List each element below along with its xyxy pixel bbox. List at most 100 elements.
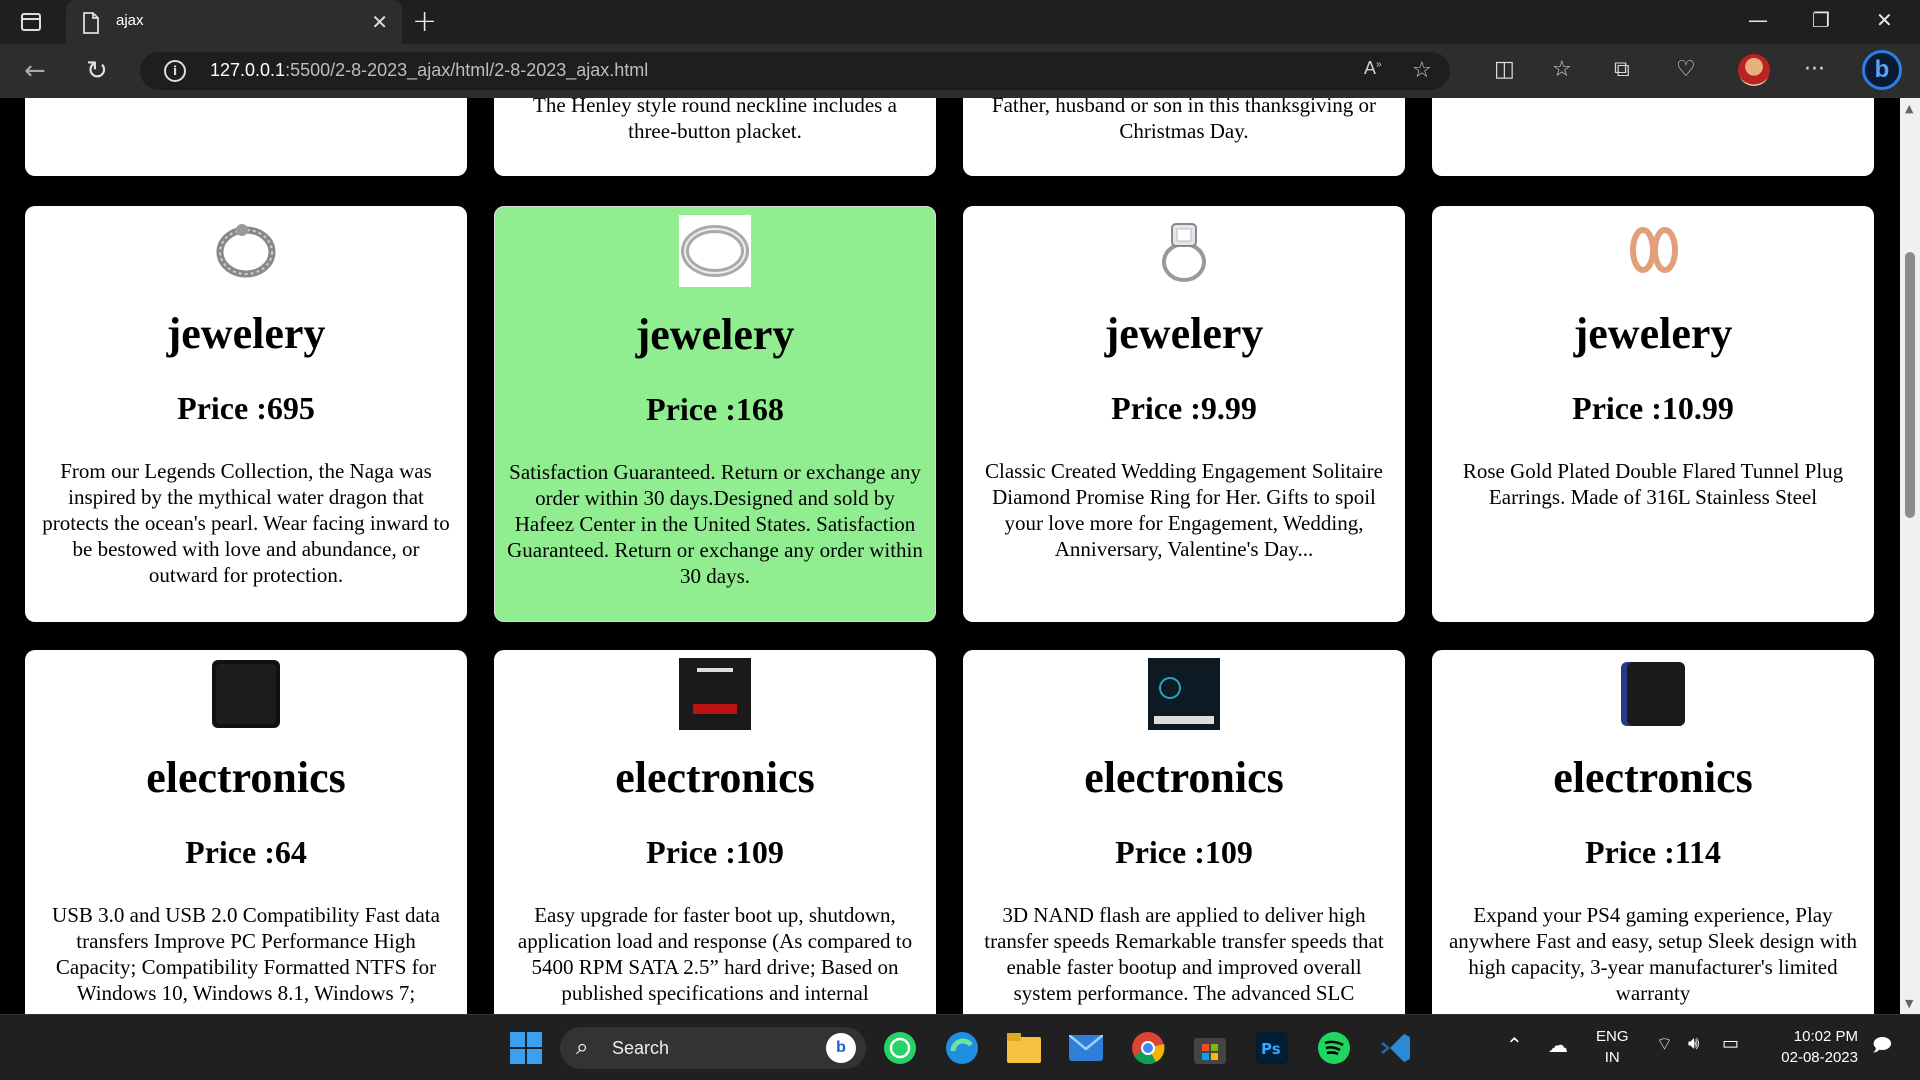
back-icon[interactable]: ← xyxy=(24,56,46,86)
mail-icon[interactable] xyxy=(1066,1028,1106,1068)
product-price: Price :168 xyxy=(646,391,784,427)
close-window-icon[interactable]: ✕ xyxy=(1876,8,1893,32)
url-text: 127.0.0.1:5500/2-8-2023_ajax/html/2-8-20… xyxy=(210,60,649,80)
product-description: Expand your PS4 gaming experience, Play … xyxy=(1448,903,1858,1005)
product-category: electronics xyxy=(1084,753,1284,802)
product-card[interactable]: jewelery Price :10.99 Rose Gold Plated D… xyxy=(1432,206,1874,622)
minimize-icon[interactable]: — xyxy=(1748,8,1768,32)
svg-text:Ps: Ps xyxy=(1261,1040,1281,1058)
product-card-partial: The Henley style round neckline includes… xyxy=(494,98,936,176)
spotify-icon[interactable] xyxy=(1314,1028,1354,1068)
more-options-icon[interactable]: ··· xyxy=(1804,57,1825,82)
product-card[interactable]: electronics Price :109 Easy upgrade for … xyxy=(494,650,936,1014)
product-category: jewelery xyxy=(1104,309,1264,358)
close-tab-icon[interactable]: ✕ xyxy=(371,10,388,34)
wifi-icon[interactable]: ⌔ xyxy=(1656,1033,1673,1056)
tab-actions-icon[interactable] xyxy=(18,10,44,34)
product-description: Classic Created Wedding Engagement Solit… xyxy=(985,459,1383,561)
product-price: Price :109 xyxy=(646,834,784,870)
region-code: IN xyxy=(1604,1049,1620,1066)
volume-icon[interactable]: 🔊︎ xyxy=(1688,1033,1699,1054)
read-aloud-icon[interactable]: A» xyxy=(1364,58,1382,79)
product-price: Price :64 xyxy=(185,834,307,870)
scroll-down-icon[interactable]: ▼ xyxy=(1905,997,1913,1010)
performance-icon[interactable]: ♡ xyxy=(1676,57,1696,82)
clock-date: 02-08-2023 xyxy=(1781,1049,1858,1066)
chrome-icon[interactable] xyxy=(1128,1028,1168,1068)
language-code: ENG xyxy=(1596,1028,1629,1045)
product-card-partial xyxy=(25,98,467,176)
product-description: Rose Gold Plated Double Flared Tunnel Pl… xyxy=(1462,459,1844,509)
product-card[interactable]: jewelery Price :9.99 Classic Created Wed… xyxy=(963,206,1405,622)
product-description: The Henley style round neckline includes… xyxy=(533,98,897,143)
product-description: From our Legends Collection, the Naga wa… xyxy=(42,459,450,587)
bing-icon: b xyxy=(826,1033,856,1063)
product-description: USB 3.0 and USB 2.0 Compatibility Fast d… xyxy=(52,903,440,1005)
tab-title: ajax xyxy=(116,12,144,29)
product-category: jewelery xyxy=(635,310,795,359)
product-category: electronics xyxy=(1553,753,1753,802)
onedrive-icon[interactable]: ☁ xyxy=(1548,1033,1568,1058)
vscode-icon[interactable] xyxy=(1376,1028,1416,1068)
product-card-highlighted[interactable]: jewelery Price :168 Satisfaction Guarant… xyxy=(494,206,936,622)
scroll-up-icon[interactable]: ▲ xyxy=(1905,102,1913,115)
rose-gold-plug-icon xyxy=(1617,214,1689,286)
diamond-ring-icon xyxy=(1148,214,1220,286)
product-category: electronics xyxy=(615,753,815,802)
language-indicator[interactable]: ENG IN xyxy=(1596,1026,1629,1068)
restore-icon[interactable]: ❐ xyxy=(1812,8,1830,32)
product-card[interactable]: electronics Price :114 Expand your PS4 g… xyxy=(1432,650,1874,1014)
new-tab-icon[interactable]: + xyxy=(412,4,437,39)
page-viewport: The Henley style round neckline includes… xyxy=(0,98,1900,1014)
windows-taskbar: ⌕ Search b Ps ⌃ ☁ ENG IN ⌔ 🔊︎ ▭ 10:02 PM… xyxy=(0,1014,1920,1080)
battery-icon[interactable]: ▭ xyxy=(1722,1033,1739,1054)
store-icon[interactable] xyxy=(1190,1028,1230,1068)
product-price: Price :114 xyxy=(1585,834,1721,870)
file-explorer-icon[interactable] xyxy=(1004,1028,1044,1068)
product-price: Price :9.99 xyxy=(1111,390,1257,426)
nand-ssd-icon xyxy=(1148,658,1220,730)
taskbar-search[interactable]: ⌕ Search b xyxy=(560,1027,866,1069)
page-icon xyxy=(82,12,100,38)
silver-ring-icon xyxy=(679,215,751,287)
product-card[interactable]: electronics Price :64 USB 3.0 and USB 2.… xyxy=(25,650,467,1014)
product-category: jewelery xyxy=(1573,309,1733,358)
browser-tab[interactable]: ajax ✕ xyxy=(66,0,402,44)
profile-avatar[interactable] xyxy=(1738,54,1770,86)
favorite-star-icon[interactable]: ☆ xyxy=(1412,58,1432,83)
show-hidden-icons-icon[interactable]: ⌃ xyxy=(1506,1033,1523,1058)
clock[interactable]: 10:02 PM 02-08-2023 xyxy=(1768,1026,1858,1068)
clock-time: 10:02 PM xyxy=(1793,1028,1858,1045)
site-info-icon[interactable]: i xyxy=(164,60,186,82)
photoshop-icon[interactable]: Ps xyxy=(1252,1028,1292,1068)
address-bar[interactable]: i 127.0.0.1:5500/2-8-2023_ajax/html/2-8-… xyxy=(140,52,1450,90)
split-screen-icon[interactable]: ◫ xyxy=(1494,57,1515,82)
start-icon[interactable] xyxy=(506,1028,546,1068)
search-label: Search xyxy=(612,1038,670,1058)
product-category: jewelery xyxy=(166,309,326,358)
product-card-partial: Father, husband or son in this thanksgiv… xyxy=(963,98,1405,176)
product-description: Easy upgrade for faster boot up, shutdow… xyxy=(517,903,913,1005)
product-card[interactable]: electronics Price :109 3D NAND flash are… xyxy=(963,650,1405,1014)
gaming-drive-icon xyxy=(1617,658,1689,730)
whatsapp-icon[interactable] xyxy=(880,1028,920,1068)
product-price: Price :10.99 xyxy=(1572,390,1734,426)
page-scrollbar[interactable]: ▲ ▼ xyxy=(1900,98,1920,1014)
product-description: Father, husband or son in this thanksgiv… xyxy=(991,98,1377,143)
notifications-icon[interactable]: 🗩︎ xyxy=(1872,1033,1892,1063)
external-hard-drive-icon xyxy=(210,658,282,730)
bing-copilot-icon[interactable]: b xyxy=(1862,50,1902,90)
sandisk-ssd-icon xyxy=(679,658,751,730)
browser-titlebar: ajax ✕ + — ❐ ✕ xyxy=(0,0,1920,44)
product-price: Price :109 xyxy=(1115,834,1253,870)
collections-icon[interactable]: ⧉ xyxy=(1614,57,1630,82)
browser-toolbar: ← ↻ i 127.0.0.1:5500/2-8-2023_ajax/html/… xyxy=(0,44,1920,98)
scroll-thumb[interactable] xyxy=(1905,252,1915,518)
product-card-partial xyxy=(1432,98,1874,176)
search-icon: ⌕ xyxy=(576,1035,589,1060)
edge-icon[interactable] xyxy=(942,1028,982,1068)
reload-icon[interactable]: ↻ xyxy=(86,56,108,86)
product-description: 3D NAND flash are applied to deliver hig… xyxy=(984,903,1384,1005)
product-card[interactable]: jewelery Price :695 From our Legends Col… xyxy=(25,206,467,622)
favorites-icon[interactable]: ☆ xyxy=(1552,57,1572,82)
